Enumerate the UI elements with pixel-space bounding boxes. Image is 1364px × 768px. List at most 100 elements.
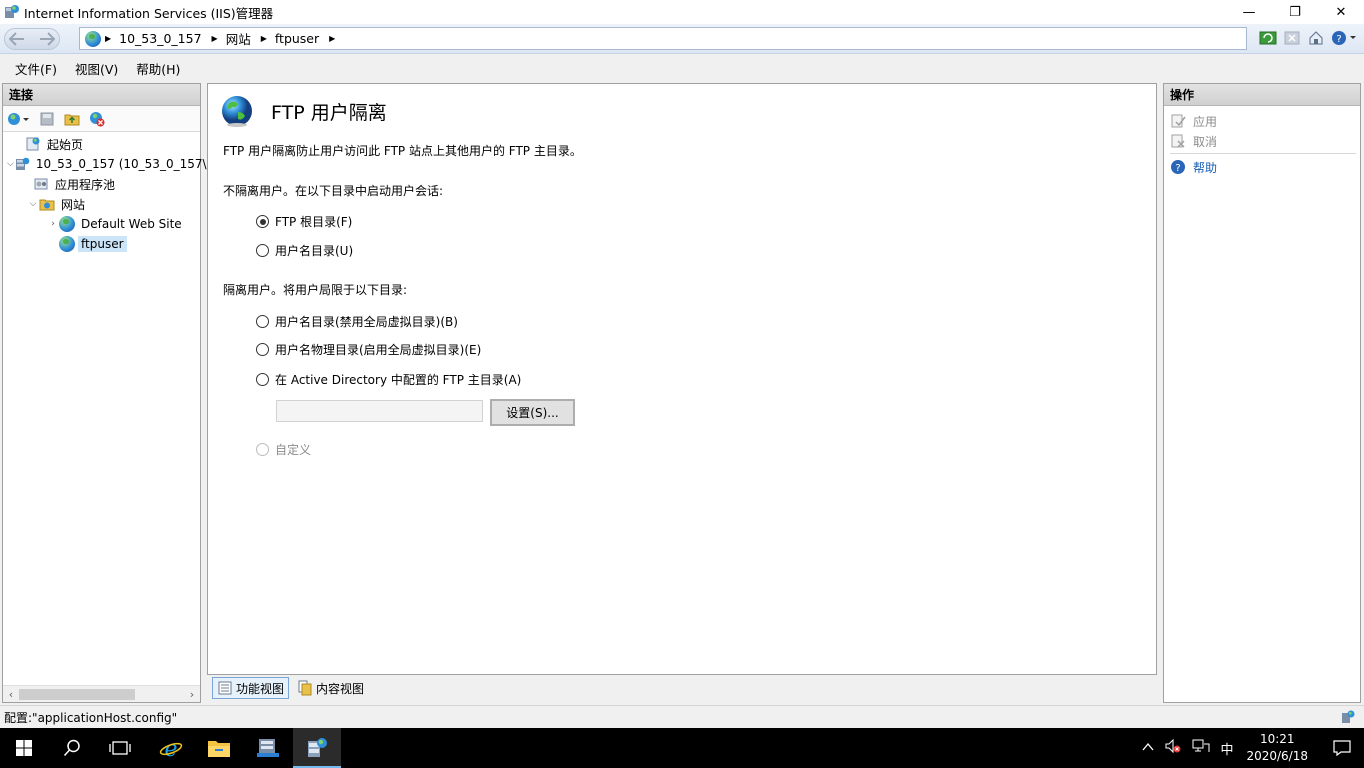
actions-header: 操作: [1164, 84, 1360, 106]
tree-label: 起始页: [47, 137, 84, 152]
volume-muted-icon[interactable]: [1164, 738, 1182, 758]
chevron-up-icon[interactable]: [1142, 741, 1154, 756]
radio-ftp-root[interactable]: FTP 根目录(F): [256, 213, 352, 230]
title-bar: Internet Information Services (IIS)管理器 —…: [0, 0, 1364, 24]
tab-content-view[interactable]: 内容视图: [292, 677, 369, 699]
breadcrumb-arrow-icon[interactable]: ▶: [212, 34, 218, 43]
start-page-icon: [25, 136, 41, 152]
home-icon[interactable]: [1306, 28, 1326, 48]
breadcrumb-arrow-icon[interactable]: ▶: [329, 34, 335, 43]
network-icon[interactable]: [1192, 738, 1210, 758]
radio-custom: 自定义: [256, 441, 311, 458]
tree-item-ftpuser[interactable]: ftpuser: [3, 234, 200, 254]
breadcrumb-arrow-icon[interactable]: ▶: [105, 34, 111, 43]
clock[interactable]: 10:21 2020/6/18: [1246, 731, 1308, 765]
radio-username-dir-disable-global[interactable]: 用户名目录(禁用全局虚拟目录)(B): [256, 313, 458, 330]
up-folder-icon[interactable]: [62, 109, 82, 129]
file-explorer-icon[interactable]: [195, 728, 243, 768]
menu-bar: 文件(F) 视图(V) 帮助(H): [0, 55, 1364, 81]
stop-icon[interactable]: [1282, 28, 1302, 48]
connect-dropdown-icon[interactable]: [6, 109, 32, 129]
tree-item-start-page[interactable]: 起始页: [3, 134, 200, 154]
save-icon[interactable]: [37, 109, 57, 129]
ime-indicator[interactable]: 中: [1220, 739, 1233, 758]
cancel-icon: [1170, 133, 1186, 149]
radio-button[interactable]: [256, 343, 269, 356]
clock-time: 10:21: [1259, 732, 1295, 746]
globe-icon: [85, 30, 101, 47]
apply-label: 应用: [1193, 114, 1218, 129]
tree-item-server[interactable]: ⌵ 10_53_0_157 (10_53_0_157\: [3, 154, 207, 174]
scroll-right-icon[interactable]: ›: [184, 686, 200, 703]
radio-button[interactable]: [256, 373, 269, 386]
settings-button[interactable]: 设置(S)...: [490, 399, 575, 426]
task-view-icon[interactable]: [96, 728, 144, 768]
tree-item-default-web-site[interactable]: › Default Web Site: [3, 214, 200, 234]
radio-label: 用户名物理目录(启用全局虚拟目录)(E): [275, 343, 482, 357]
horizontal-scrollbar[interactable]: ‹ ›: [3, 685, 200, 702]
maximize-button[interactable]: ❐: [1272, 0, 1318, 24]
windows-start-icon[interactable]: [0, 728, 48, 768]
taskbar: e 中 10:21 2020/6/18: [0, 728, 1364, 768]
refresh-icon[interactable]: [1258, 28, 1278, 48]
features-view-icon: [217, 680, 233, 696]
server-manager-icon[interactable]: [244, 728, 292, 768]
radio-button[interactable]: [256, 215, 269, 228]
apply-icon: [1170, 113, 1186, 129]
radio-username-dir[interactable]: 用户名目录(U): [256, 242, 353, 259]
help-icon: ?: [1170, 159, 1186, 175]
address-field[interactable]: ▶ 10_53_0_157 ▶ 网站 ▶ ftpuser ▶: [79, 27, 1247, 50]
connections-header: 连接: [3, 84, 200, 106]
tree-label: 网站: [61, 197, 86, 212]
radio-label: 在 Active Directory 中配置的 FTP 主目录(A): [275, 373, 522, 387]
search-icon[interactable]: [48, 728, 96, 768]
iis-app-icon: [4, 4, 20, 20]
svg-text:e: e: [164, 737, 177, 760]
connections-panel: 连接 起始页 ⌵ 10_53_0_157 (10_53_0_157\ 应用程序池…: [2, 83, 207, 703]
collapse-chevron-icon[interactable]: ⌵: [27, 199, 39, 209]
help-action[interactable]: ? 帮助: [1164, 157, 1360, 177]
tree-item-sites[interactable]: ⌵ 网站: [3, 194, 200, 214]
scroll-left-icon[interactable]: ‹: [3, 686, 19, 703]
content-view-icon: [297, 680, 313, 696]
help-label: 帮助: [1193, 160, 1218, 175]
connections-tree: 起始页 ⌵ 10_53_0_157 (10_53_0_157\ 应用程序池 ⌵ …: [3, 132, 207, 254]
breadcrumb-sites[interactable]: 网站: [226, 29, 251, 48]
site-globe-icon: [59, 216, 75, 232]
radio-button: [256, 443, 269, 456]
breadcrumb-arrow-icon[interactable]: ▶: [261, 34, 267, 43]
expand-chevron-icon[interactable]: ›: [47, 219, 59, 229]
internet-explorer-icon[interactable]: e: [147, 728, 195, 768]
collapse-chevron-icon[interactable]: ⌵: [7, 159, 14, 169]
radio-button[interactable]: [256, 244, 269, 257]
network-config-icon: [1340, 709, 1356, 725]
action-separator: [1170, 153, 1356, 154]
svg-text:?: ?: [1336, 34, 1341, 45]
iis-manager-taskbar-icon[interactable]: [293, 728, 341, 768]
radio-username-physical[interactable]: 用户名物理目录(启用全局虚拟目录)(E): [256, 341, 481, 358]
breadcrumb-server[interactable]: 10_53_0_157: [119, 31, 201, 46]
forward-arrow-icon[interactable]: [36, 28, 58, 50]
help-dropdown-icon[interactable]: ?: [1330, 28, 1360, 48]
sites-folder-icon: [39, 196, 55, 212]
isolate-label: 隔离用户。将用户局限于以下目录:: [223, 283, 408, 297]
radio-active-directory[interactable]: 在 Active Directory 中配置的 FTP 主目录(A): [256, 371, 521, 388]
close-button[interactable]: ✕: [1318, 0, 1364, 24]
tree-item-app-pools[interactable]: 应用程序池: [3, 174, 200, 194]
site-globe-icon: [59, 236, 75, 252]
menu-help[interactable]: 帮助(H): [129, 59, 187, 78]
scrollbar-thumb[interactable]: [19, 689, 135, 700]
tab-features-view[interactable]: 功能视图: [212, 677, 290, 699]
notification-icon[interactable]: [1320, 728, 1364, 768]
menu-view[interactable]: 视图(V): [68, 59, 125, 78]
page-title: FTP 用户隔离: [271, 102, 387, 124]
connections-toolbar: [3, 106, 200, 132]
disconnect-icon[interactable]: [87, 109, 107, 129]
system-tray: 中 10:21 2020/6/18: [1137, 728, 1364, 768]
breadcrumb-ftpuser[interactable]: ftpuser: [275, 31, 319, 46]
tree-label: ftpuser: [78, 236, 127, 252]
minimize-button[interactable]: —: [1226, 0, 1272, 24]
back-arrow-icon[interactable]: [6, 28, 28, 50]
menu-file[interactable]: 文件(F): [8, 59, 64, 78]
radio-button[interactable]: [256, 315, 269, 328]
